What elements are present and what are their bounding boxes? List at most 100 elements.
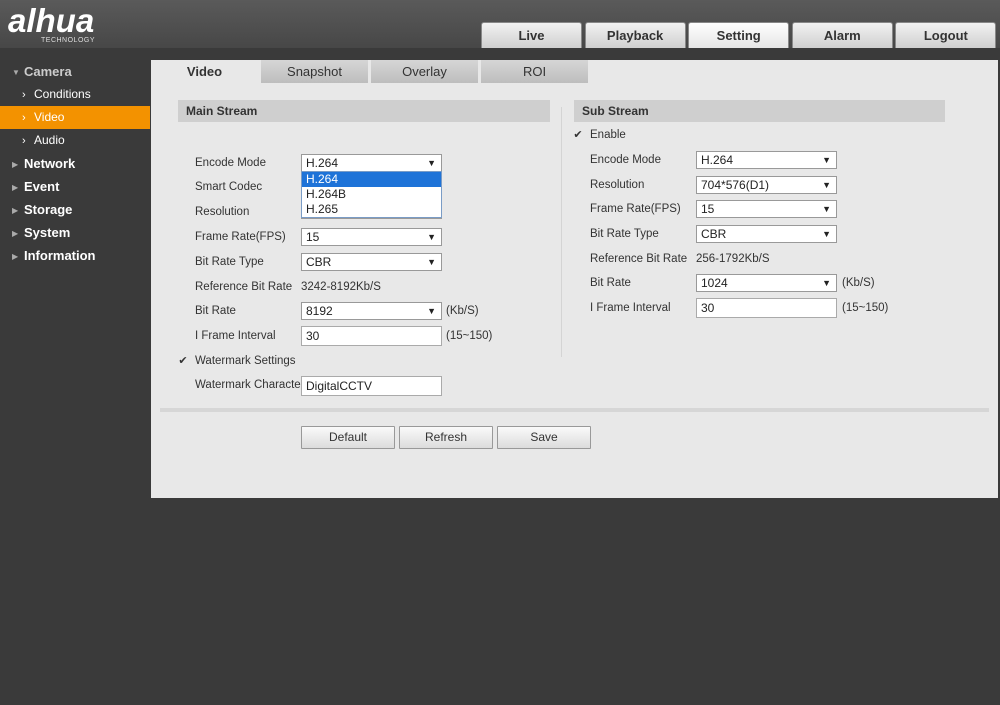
main-frame-rate-label: Frame Rate(FPS) <box>195 231 286 243</box>
main-frame-rate-select[interactable]: 15 ▼ <box>301 228 442 246</box>
sub-encode-mode-select[interactable]: H.264 ▼ <box>696 151 837 169</box>
sub-i-frame-range: (15~150) <box>842 302 889 314</box>
main-resolution-label: Resolution <box>195 206 250 218</box>
sidebar-section-label: Information <box>24 248 96 263</box>
main-bit-rate-unit: (Kb/S) <box>446 305 479 317</box>
logo-brand: alhua <box>8 2 95 39</box>
triangle-right-icon: ▶ <box>12 206 19 216</box>
dropdown-arrow-icon: ▼ <box>427 306 436 316</box>
sub-reference-bit-rate-label: Reference Bit Rate <box>590 253 688 265</box>
triangle-down-icon: ▼ <box>12 68 20 78</box>
chevron-right-icon: › <box>22 135 26 147</box>
sub-resolution-select[interactable]: 704*576(D1) ▼ <box>696 176 837 194</box>
chevron-right-icon: › <box>22 112 26 124</box>
select-value: 8192 <box>306 304 333 318</box>
sub-bit-rate-unit: (Kb/S) <box>842 277 875 289</box>
watermark-character-label: Watermark Character <box>195 379 305 391</box>
sidebar-item-audio[interactable]: › Audio <box>0 129 150 152</box>
sidebar-section-label: Network <box>24 156 76 171</box>
sidebar-section-system[interactable]: ▶ System <box>0 221 150 244</box>
encode-option-h264b[interactable]: H.264B <box>302 187 441 202</box>
tab-live[interactable]: Live <box>481 22 582 48</box>
refresh-button[interactable]: Refresh <box>399 426 493 449</box>
sub-bit-rate-select[interactable]: 1024 ▼ <box>696 274 837 292</box>
subtab-overlay[interactable]: Overlay <box>371 60 478 83</box>
main-i-frame-range: (15~150) <box>446 330 493 342</box>
main-encode-mode-select[interactable]: H.264 ▼ <box>301 154 442 172</box>
main-bit-rate-label: Bit Rate <box>195 305 236 317</box>
stream-divider <box>561 107 562 357</box>
sidebar-section-camera[interactable]: ▼ Camera <box>0 60 150 83</box>
sub-frame-rate-select[interactable]: 15 ▼ <box>696 200 837 218</box>
select-value: CBR <box>701 227 727 241</box>
triangle-right-icon: ▶ <box>12 229 19 239</box>
sidebar-section-label: Camera <box>24 64 72 79</box>
content-panel: Video Snapshot Overlay ROI Main Stream E… <box>151 60 998 498</box>
sub-bit-rate-label: Bit Rate <box>590 277 631 289</box>
main-i-frame-interval-input[interactable]: 30 <box>301 326 442 346</box>
sidebar-section-label: System <box>24 225 71 240</box>
select-value: 15 <box>306 230 320 244</box>
sub-bit-rate-type-select[interactable]: CBR ▼ <box>696 225 837 243</box>
sidebar-item-conditions[interactable]: › Conditions <box>0 83 150 106</box>
logo-subtitle: TECHNOLOGY <box>41 37 96 44</box>
dropdown-arrow-icon: ▼ <box>822 155 831 165</box>
sidebar-section-label: Event <box>24 179 60 194</box>
sidebar-section-information[interactable]: ▶ Information <box>0 244 150 267</box>
select-value: 1024 <box>701 276 728 290</box>
encode-option-h265[interactable]: H.265 <box>302 202 441 217</box>
sidebar-item-label: Video <box>34 110 65 124</box>
main-encode-mode-label: Encode Mode <box>195 157 266 169</box>
watermark-checkbox[interactable]: ✔ <box>177 355 189 367</box>
dropdown-arrow-icon: ▼ <box>427 158 436 168</box>
main-bit-rate-select[interactable]: 8192 ▼ <box>301 302 442 320</box>
subtab-video[interactable]: Video <box>151 60 258 83</box>
dropdown-arrow-icon: ▼ <box>822 278 831 288</box>
sidebar: ▼ Camera › Conditions › Video › Audio ▶ Netwo… <box>0 60 150 267</box>
tab-playback[interactable]: Playback <box>584 22 686 48</box>
sub-stream-header: Sub Stream <box>574 100 945 122</box>
main-stream-header: Main Stream <box>178 100 550 122</box>
select-value: 15 <box>701 202 715 216</box>
subtab-snapshot[interactable]: Snapshot <box>261 60 368 83</box>
dropdown-arrow-icon: ▼ <box>822 229 831 239</box>
sub-frame-rate-label: Frame Rate(FPS) <box>590 203 681 215</box>
sub-reference-bit-rate-value: 256-1792Kb/S <box>696 253 770 265</box>
main-bit-rate-type-select[interactable]: CBR ▼ <box>301 253 442 271</box>
watermark-character-input[interactable]: DigitalCCTV <box>301 376 442 396</box>
main-reference-bit-rate-value: 3242-8192Kb/S <box>301 281 381 293</box>
select-value: H.264 <box>306 156 339 170</box>
sub-encode-mode-label: Encode Mode <box>590 154 661 166</box>
select-value: 704*576(D1) <box>701 178 770 192</box>
header-bar: alhua TECHNOLOGY Live Playback Setting A… <box>0 0 1000 48</box>
sub-i-frame-interval-input[interactable]: 30 <box>696 298 837 318</box>
default-button[interactable]: Default <box>301 426 395 449</box>
sidebar-item-label: Conditions <box>34 87 91 101</box>
sub-bit-rate-type-label: Bit Rate Type <box>590 228 659 240</box>
footer-divider <box>160 408 989 412</box>
sidebar-section-network[interactable]: ▶ Network <box>0 152 150 175</box>
tab-alarm[interactable]: Alarm <box>791 22 893 48</box>
sub-tabs: Video Snapshot Overlay ROI <box>151 60 591 83</box>
sidebar-section-event[interactable]: ▶ Event <box>0 175 150 198</box>
dahua-logo: alhua TECHNOLOGY <box>8 2 95 44</box>
sidebar-item-label: Audio <box>34 133 65 147</box>
save-button[interactable]: Save <box>497 426 591 449</box>
sidebar-section-storage[interactable]: ▶ Storage <box>0 198 150 221</box>
encode-option-h264[interactable]: H.264 <box>302 172 441 187</box>
tab-setting[interactable]: Setting <box>688 22 790 48</box>
select-value: H.264 <box>701 153 734 167</box>
sub-enable-label: Enable <box>590 129 626 141</box>
sub-i-frame-interval-label: I Frame Interval <box>590 302 671 314</box>
dropdown-arrow-icon: ▼ <box>822 204 831 214</box>
subtab-roi[interactable]: ROI <box>481 60 588 83</box>
dropdown-arrow-icon: ▼ <box>427 257 436 267</box>
sidebar-item-video[interactable]: › Video <box>0 106 150 129</box>
tab-logout[interactable]: Logout <box>895 22 997 48</box>
sub-enable-checkbox[interactable]: ✔ <box>572 129 584 141</box>
triangle-right-icon: ▶ <box>12 160 19 170</box>
main-reference-bit-rate-label: Reference Bit Rate <box>195 281 293 293</box>
encode-mode-dropdown-list: H.264 H.264B H.265 <box>301 171 442 218</box>
triangle-right-icon: ▶ <box>12 183 19 193</box>
dropdown-arrow-icon: ▼ <box>822 180 831 190</box>
